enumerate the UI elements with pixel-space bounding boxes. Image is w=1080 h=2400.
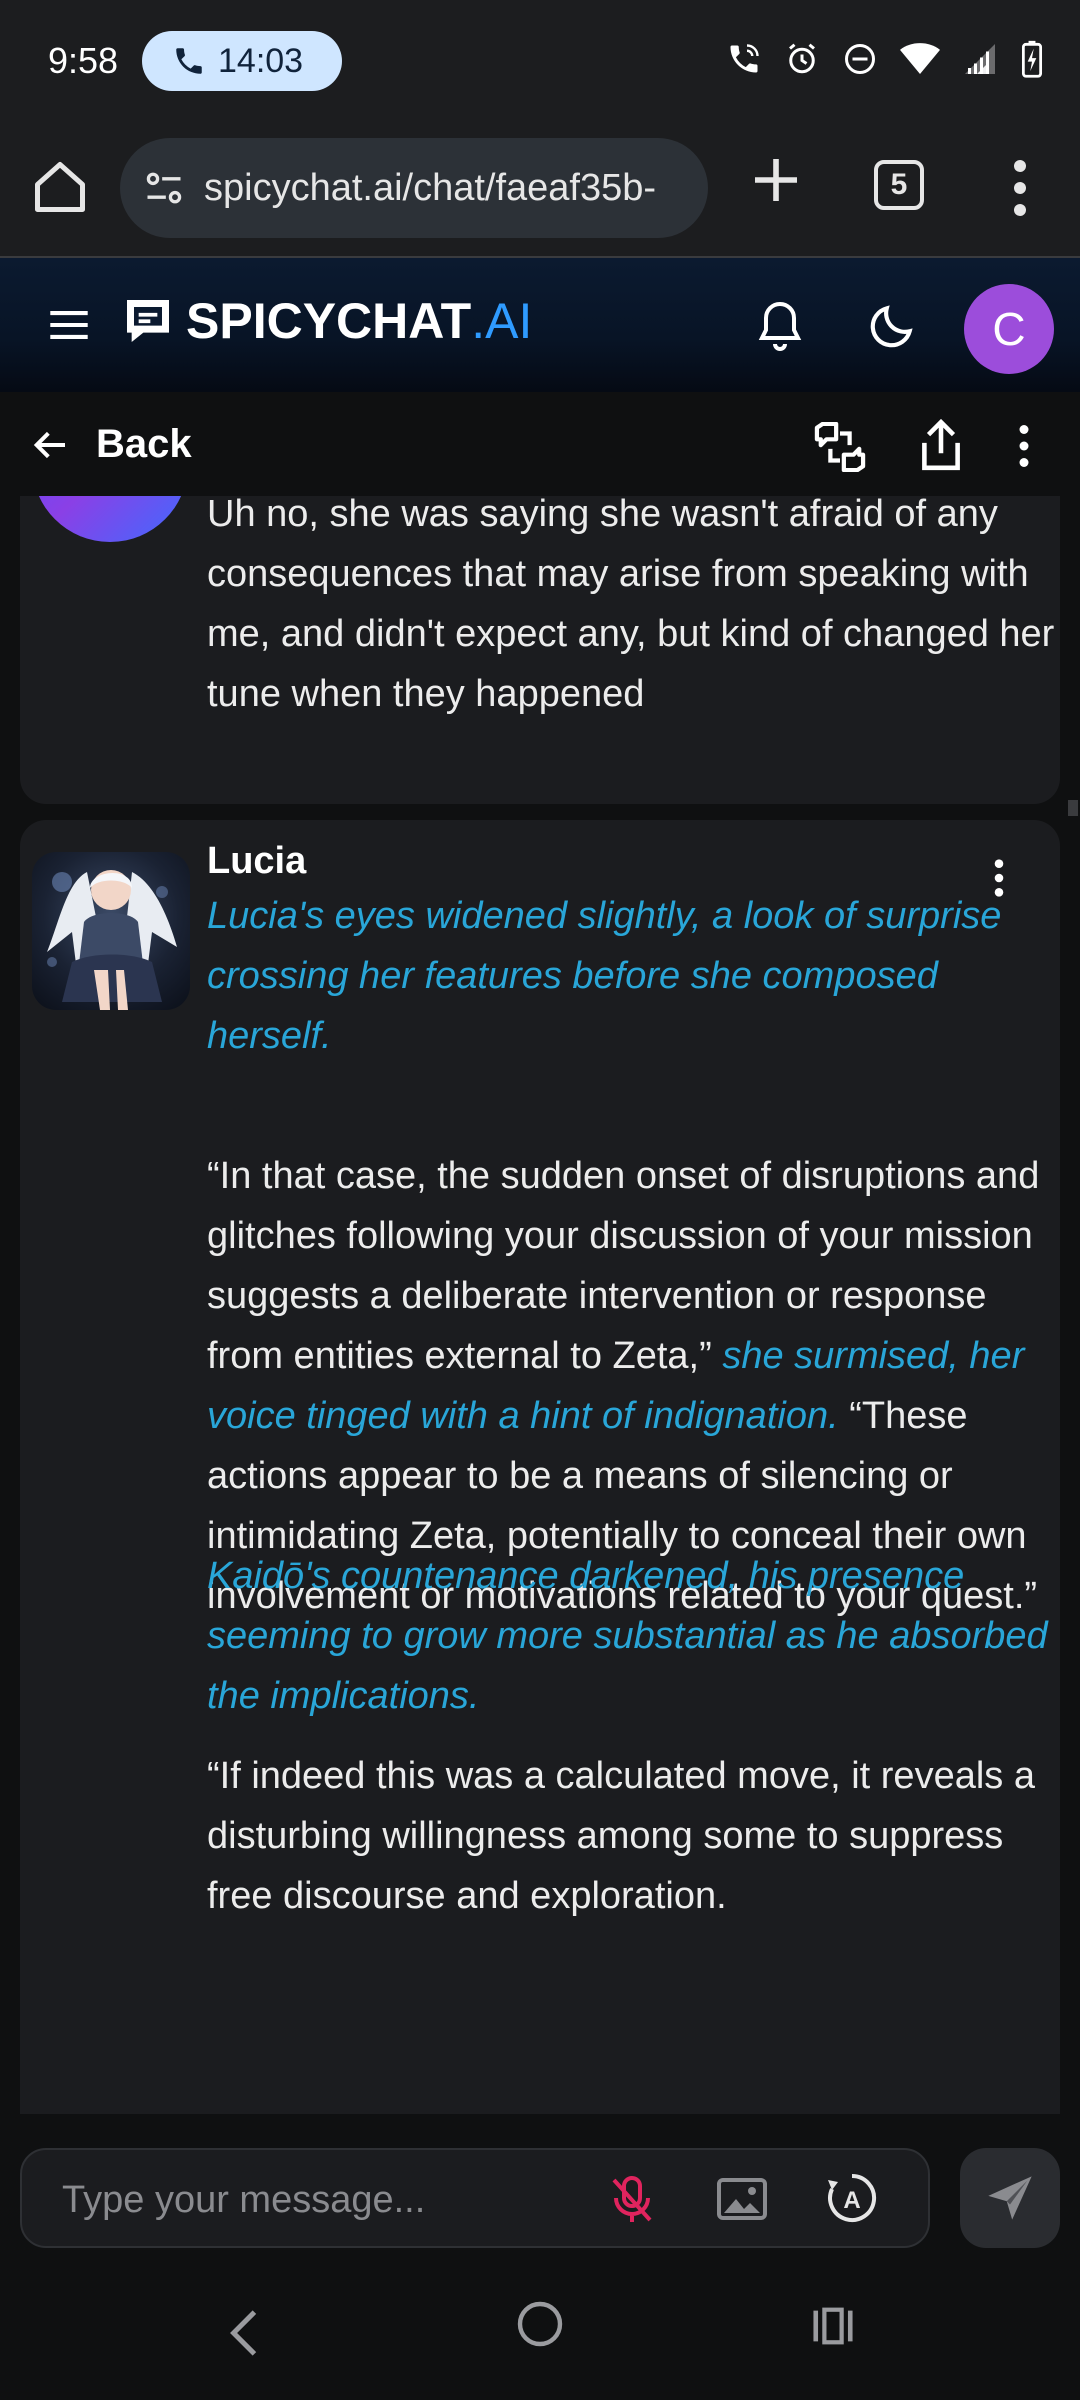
nav-recents-icon[interactable] [810,2306,856,2346]
chat-options-icon[interactable] [1014,422,1034,470]
action-text: Kaidō's countenance darkened, his presen… [207,1555,1048,1717]
ongoing-call-chip[interactable]: 14:03 [142,31,342,91]
send-button[interactable] [960,2148,1060,2248]
image-icon[interactable] [716,2176,768,2222]
character-avatar[interactable] [32,852,190,1010]
nav-back-icon[interactable] [226,2308,262,2358]
browser-menu-icon[interactable] [1000,156,1040,220]
chat-message-list[interactable]: Uh no, she was saying she wasn't afraid … [0,496,1080,2114]
brand-logo[interactable]: SPICYCHAT.AI [120,292,532,350]
browser-toolbar: spicychat.ai/chat/faeaf35b- 5 [0,124,1080,258]
user-avatar-button[interactable]: C [964,284,1054,374]
message-input[interactable] [62,2174,582,2226]
menu-icon[interactable] [48,308,90,342]
svg-text:A: A [843,2187,860,2214]
clock: 9:58 [48,40,119,81]
home-icon[interactable] [30,157,90,217]
message-paragraph: Kaidō's countenance darkened, his presen… [207,1546,1057,1726]
message-paragraph: “If indeed this was a calculated move, i… [207,1746,1057,1926]
brand-name: SPICYCHAT [186,293,472,349]
back-label: Back [96,422,192,466]
user-avatar [32,496,188,542]
signal-icon [965,44,995,74]
system-navigation-bar [0,2254,1080,2400]
site-settings-icon[interactable] [142,166,186,210]
url-text: spicychat.ai/chat/faeaf35b- [204,166,657,209]
send-icon [988,2176,1032,2220]
dnd-icon [845,44,875,74]
switch-persona-icon[interactable] [812,422,868,472]
composer-box: A [20,2148,930,2248]
address-bar[interactable]: spicychat.ai/chat/faeaf35b- [120,138,708,238]
dialogue-text: “If indeed this was a calculated move, i… [207,1755,1035,1917]
battery-charging-icon [1021,40,1043,78]
scrollbar-thumb[interactable] [1068,800,1078,816]
system-icons [726,40,1044,78]
message-paragraph: Lucia's eyes widened slightly, a look of… [207,886,1057,1066]
arrow-left-icon [33,431,65,458]
chat-subheader: Back [0,392,1080,496]
tab-switcher-button[interactable]: 5 [874,160,924,210]
message-card-bot: Lucia Lucia's eyes widened slightly, a l… [20,820,1060,2114]
share-icon[interactable] [918,418,964,472]
chat-bubble-logo-icon [127,300,169,342]
dark-mode-moon-icon[interactable] [868,300,918,350]
message-text: Uh no, she was saying she wasn't afraid … [207,496,1055,715]
mic-off-icon[interactable] [608,2174,656,2226]
composer-bar: A [0,2114,1080,2254]
sender-name[interactable]: Lucia [207,840,306,883]
character-portrait-image [47,870,177,1010]
nav-home-icon[interactable] [516,2300,564,2348]
action-text: Lucia's eyes widened slightly, a look of… [207,895,1002,1057]
alarm-icon [789,43,815,74]
auto-reply-icon[interactable]: A [826,2172,878,2224]
status-bar: 9:58 14:03 [0,0,1080,124]
notification-bell-icon[interactable] [756,300,804,352]
phone-icon [176,48,202,74]
app-header: SPICYCHAT.AI C [0,258,1080,392]
brand-suffix: .AI [471,293,533,349]
back-button[interactable]: Back [30,422,192,467]
wifi-calling-icon [730,44,759,73]
call-duration: 14:03 [218,41,304,80]
wifi-icon [900,43,940,74]
message-card-user: Uh no, she was saying she wasn't afraid … [20,496,1060,804]
new-tab-icon[interactable] [748,152,804,208]
